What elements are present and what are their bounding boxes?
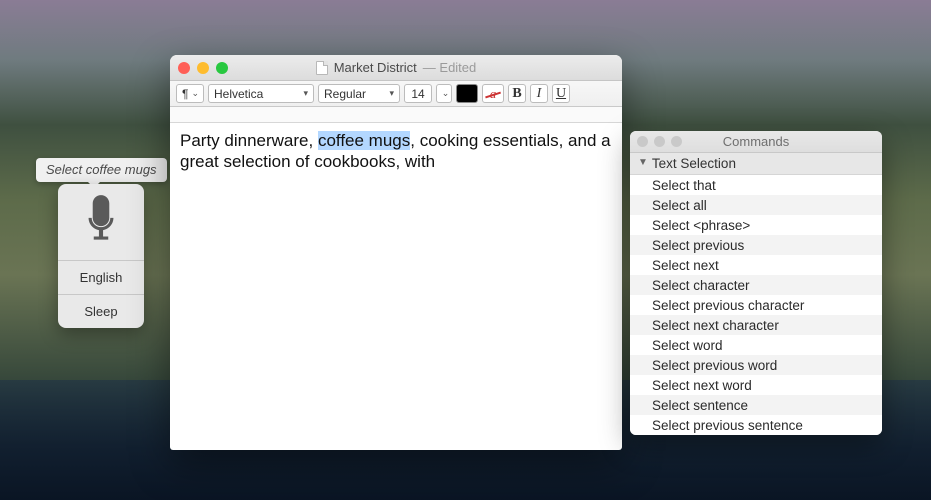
voice-command-tooltip: Select coffee mugs xyxy=(36,158,167,182)
font-size-value: 14 xyxy=(411,87,424,101)
command-item[interactable]: Select <phrase> xyxy=(630,215,882,235)
underline-label: U xyxy=(556,86,566,102)
command-item[interactable]: Select word xyxy=(630,335,882,355)
command-item[interactable]: Select next xyxy=(630,255,882,275)
strikethrough-color-button[interactable]: a xyxy=(482,84,504,103)
close-button[interactable] xyxy=(178,62,190,74)
italic-label: I xyxy=(537,86,542,102)
strike-sample: a xyxy=(490,86,497,102)
bold-button[interactable]: B xyxy=(508,84,526,103)
command-label: Select next word xyxy=(652,378,752,393)
commands-window: Commands ▼ Text Selection Select that Se… xyxy=(630,131,882,435)
ruler[interactable] xyxy=(170,107,622,123)
body-text-selection: coffee mugs xyxy=(318,131,410,150)
command-item[interactable]: Select that xyxy=(630,175,882,195)
font-family-value: Helvetica xyxy=(214,87,263,101)
command-label: Select <phrase> xyxy=(652,218,750,233)
command-label: Select all xyxy=(652,198,707,213)
voice-command-text: Select coffee mugs xyxy=(46,162,157,177)
commands-titlebar[interactable]: Commands xyxy=(630,131,882,153)
text-color-swatch[interactable] xyxy=(456,84,478,103)
document-body[interactable]: Party dinnerware, coffee mugs, cooking e… xyxy=(170,123,622,450)
minimize-button[interactable] xyxy=(197,62,209,74)
microphone-icon xyxy=(58,184,144,260)
command-label: Select word xyxy=(652,338,723,353)
command-label: Select previous character xyxy=(652,298,804,313)
font-size-stepper[interactable]: ⌄ xyxy=(436,84,452,103)
window-title: Market District — Edited xyxy=(170,60,622,75)
paragraph-style-menu[interactable]: ¶ ⌄ xyxy=(176,84,204,103)
command-item[interactable]: Select next word xyxy=(630,375,882,395)
bold-label: B xyxy=(512,86,521,102)
font-size-field[interactable]: 14 xyxy=(404,84,432,103)
document-title: Market District xyxy=(334,60,417,75)
window-titlebar[interactable]: Market District — Edited xyxy=(170,55,622,81)
command-label: Select sentence xyxy=(652,398,748,413)
document-window: Market District — Edited ¶ ⌄ Helvetica ▾… xyxy=(170,55,622,450)
command-item[interactable]: Select character xyxy=(630,275,882,295)
zoom-button[interactable] xyxy=(216,62,228,74)
commands-title: Commands xyxy=(630,134,882,149)
command-item[interactable]: Select previous xyxy=(630,235,882,255)
command-label: Select next xyxy=(652,258,719,273)
italic-button[interactable]: I xyxy=(530,84,548,103)
command-label: Select that xyxy=(652,178,716,193)
format-toolbar: ¶ ⌄ Helvetica ▾ Regular ▾ 14 ⌄ a B I U xyxy=(170,81,622,107)
chevron-updown-icon: ▾ xyxy=(389,88,394,99)
voice-language-label: English xyxy=(80,270,123,285)
command-item[interactable]: Select previous word xyxy=(630,355,882,375)
command-item[interactable]: Select sentence xyxy=(630,395,882,415)
font-style-value: Regular xyxy=(324,87,366,101)
document-edited-badge: — Edited xyxy=(423,60,476,75)
command-item[interactable]: Select next character xyxy=(630,315,882,335)
command-label: Select character xyxy=(652,278,750,293)
font-family-menu[interactable]: Helvetica ▾ xyxy=(208,84,314,103)
voice-control-panel: English Sleep xyxy=(58,184,144,328)
command-label: Select next character xyxy=(652,318,779,333)
commands-section-header[interactable]: ▼ Text Selection xyxy=(630,153,882,175)
command-label: Select previous sentence xyxy=(652,418,803,433)
body-text-before: Party dinnerware, xyxy=(180,131,318,150)
command-item[interactable]: Select previous sentence xyxy=(630,415,882,435)
disclosure-triangle-icon: ▼ xyxy=(638,157,648,168)
command-label: Select previous word xyxy=(652,358,777,373)
window-controls xyxy=(178,62,228,74)
commands-section-label: Text Selection xyxy=(652,156,736,171)
command-item[interactable]: Select all xyxy=(630,195,882,215)
chevron-down-icon: ⌄ xyxy=(191,88,199,99)
font-style-menu[interactable]: Regular ▾ xyxy=(318,84,400,103)
voice-sleep-label: Sleep xyxy=(84,304,117,319)
command-label: Select previous xyxy=(652,238,744,253)
voice-sleep-button[interactable]: Sleep xyxy=(58,294,144,328)
commands-list: Select that Select all Select <phrase> S… xyxy=(630,175,882,435)
underline-button[interactable]: U xyxy=(552,84,570,103)
command-item[interactable]: Select previous character xyxy=(630,295,882,315)
paragraph-symbol: ¶ xyxy=(182,87,188,101)
chevron-down-icon: ⌄ xyxy=(442,88,450,99)
document-icon xyxy=(316,61,328,75)
voice-language-button[interactable]: English xyxy=(58,260,144,294)
chevron-updown-icon: ▾ xyxy=(303,88,308,99)
